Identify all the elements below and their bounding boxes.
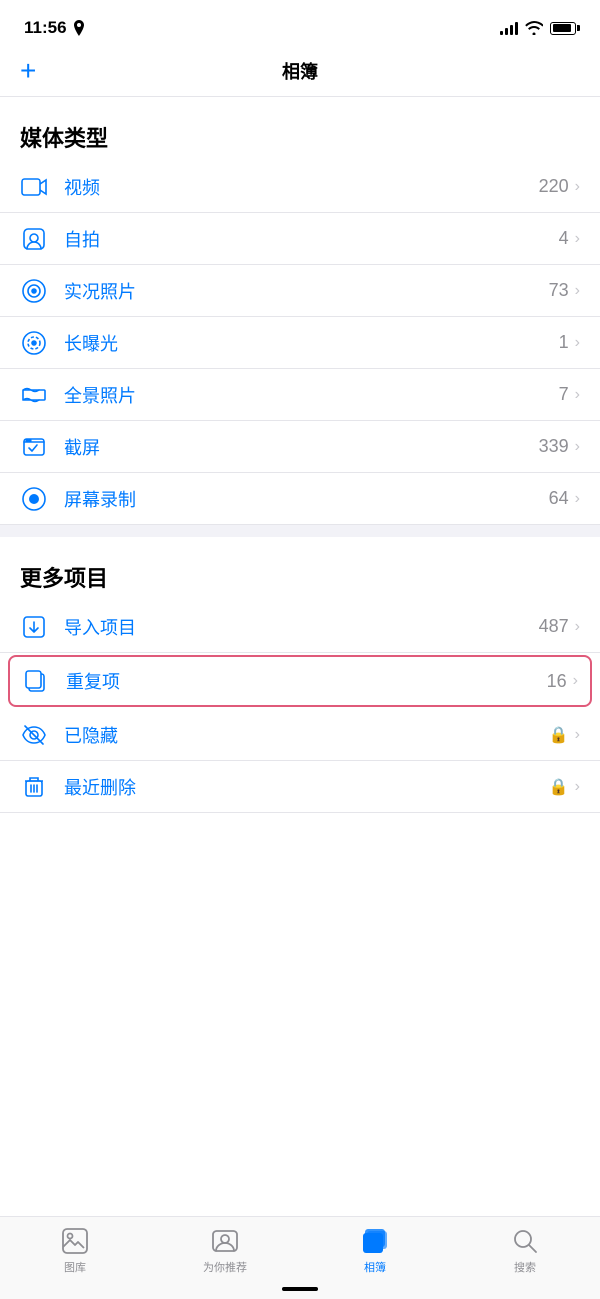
import-chevron: › xyxy=(575,618,580,636)
foryou-tab-label: 为你推荐 xyxy=(203,1259,247,1275)
nav-title: 相簿 xyxy=(282,58,318,84)
screenrecord-count: 64 xyxy=(549,488,569,509)
content-area: 媒体类型 视频 220 › 自拍 4 › xyxy=(0,97,600,896)
longexposure-count: 1 xyxy=(559,332,569,353)
duplicates-icon xyxy=(22,667,50,695)
screenrecord-label: 屏幕录制 xyxy=(64,486,549,512)
list-item-panorama[interactable]: 全景照片 7 › xyxy=(0,369,600,421)
screenshot-count: 339 xyxy=(539,436,569,457)
video-icon xyxy=(20,173,48,201)
video-label: 视频 xyxy=(64,174,539,200)
tab-gallery[interactable]: 图库 xyxy=(0,1227,150,1275)
section-header-media: 媒体类型 xyxy=(0,97,600,161)
search-tab-label: 搜索 xyxy=(514,1259,536,1275)
wifi-icon xyxy=(525,21,543,35)
list-item-longexposure[interactable]: 长曝光 1 › xyxy=(0,317,600,369)
status-bar: 11:56 xyxy=(0,0,600,50)
screenshot-chevron: › xyxy=(575,438,580,456)
live-icon xyxy=(20,277,48,305)
list-item-duplicates[interactable]: 重复项 16 › xyxy=(8,655,592,707)
import-icon xyxy=(20,613,48,641)
video-count: 220 xyxy=(539,176,569,197)
duplicates-count: 16 xyxy=(547,671,567,692)
albums-tab-label: 相簿 xyxy=(364,1259,386,1275)
import-count: 487 xyxy=(539,616,569,637)
tab-bar: 图库 为你推荐 相簿 搜索 xyxy=(0,1216,600,1299)
hidden-chevron: › xyxy=(575,726,580,744)
gallery-tab-label: 图库 xyxy=(64,1259,86,1275)
nav-bar: + 相簿 xyxy=(0,50,600,97)
panorama-count: 7 xyxy=(559,384,569,405)
location-icon xyxy=(73,20,85,36)
battery-icon xyxy=(550,22,576,35)
list-item-screenrecord[interactable]: 屏幕录制 64 › xyxy=(0,473,600,525)
list-item-hidden[interactable]: 已隐藏 🔒 › xyxy=(0,709,600,761)
foryou-tab-icon xyxy=(211,1227,239,1255)
screenshot-icon xyxy=(20,433,48,461)
panorama-label: 全景照片 xyxy=(64,382,559,408)
status-icons xyxy=(500,21,576,35)
live-count: 73 xyxy=(549,280,569,301)
list-item-video[interactable]: 视频 220 › xyxy=(0,161,600,213)
search-tab-icon xyxy=(511,1227,539,1255)
tab-search[interactable]: 搜索 xyxy=(450,1227,600,1275)
list-item-recentdelete[interactable]: 最近删除 🔒 › xyxy=(0,761,600,813)
recentdelete-lock-icon: 🔒 xyxy=(549,777,569,797)
list-item-screenshot[interactable]: 截屏 339 › xyxy=(0,421,600,473)
hidden-label: 已隐藏 xyxy=(64,722,549,748)
duplicates-chevron: › xyxy=(573,672,578,690)
list-item-live[interactable]: 实况照片 73 › xyxy=(0,265,600,317)
recentdelete-chevron: › xyxy=(575,778,580,796)
selfie-chevron: › xyxy=(575,230,580,248)
selfie-icon xyxy=(20,225,48,253)
live-chevron: › xyxy=(575,282,580,300)
longexposure-label: 长曝光 xyxy=(64,330,559,356)
longexposure-icon xyxy=(20,329,48,357)
duplicates-label: 重复项 xyxy=(66,668,547,694)
panorama-chevron: › xyxy=(575,386,580,404)
longexposure-chevron: › xyxy=(575,334,580,352)
section-header-more: 更多项目 xyxy=(0,537,600,601)
add-button[interactable]: + xyxy=(20,57,36,85)
selfie-count: 4 xyxy=(559,228,569,249)
tab-albums[interactable]: 相簿 xyxy=(300,1227,450,1275)
live-label: 实况照片 xyxy=(64,278,549,304)
import-label: 导入项目 xyxy=(64,614,539,640)
screenrecord-chevron: › xyxy=(575,490,580,508)
recentdelete-label: 最近删除 xyxy=(64,774,549,800)
tab-foryou[interactable]: 为你推荐 xyxy=(150,1227,300,1275)
recentdelete-icon xyxy=(20,773,48,801)
screenrecord-icon xyxy=(20,485,48,513)
albums-tab-icon xyxy=(361,1227,389,1255)
panorama-icon xyxy=(20,381,48,409)
signal-icon xyxy=(500,21,518,35)
hidden-icon xyxy=(20,721,48,749)
screenshot-label: 截屏 xyxy=(64,434,539,460)
section-gap xyxy=(0,525,600,537)
list-item-selfie[interactable]: 自拍 4 › xyxy=(0,213,600,265)
gallery-tab-icon xyxy=(61,1227,89,1255)
list-item-import[interactable]: 导入项目 487 › xyxy=(0,601,600,653)
tab-indicator xyxy=(282,1287,318,1291)
status-time: 11:56 xyxy=(24,18,67,38)
hidden-lock-icon: 🔒 xyxy=(549,725,569,745)
video-chevron: › xyxy=(575,178,580,196)
selfie-label: 自拍 xyxy=(64,226,559,252)
